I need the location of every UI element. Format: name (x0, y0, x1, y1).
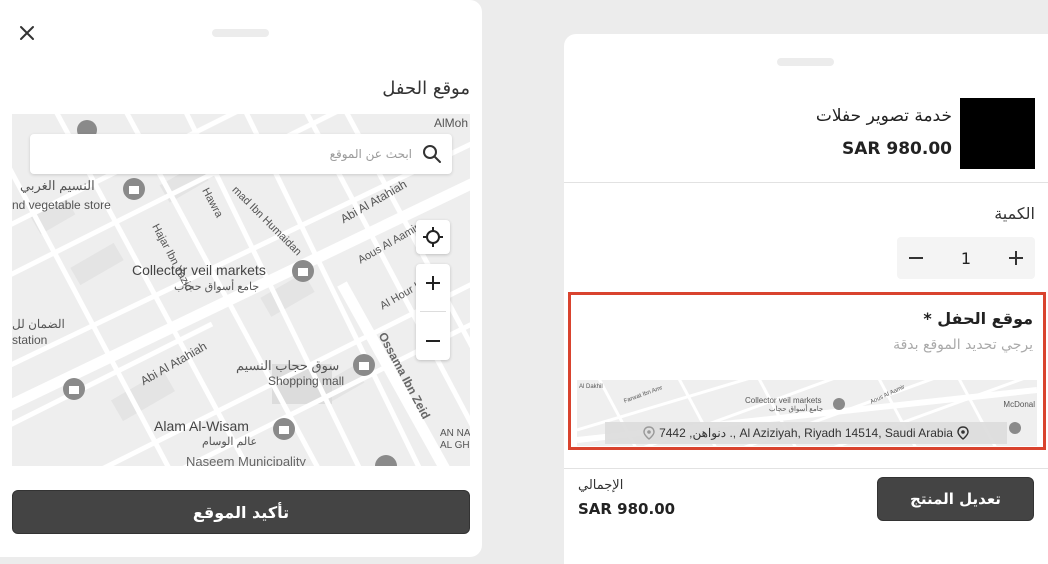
location-subtitle: يرجي تحديد الموقع بدقة (893, 337, 1033, 353)
confirm-location-button[interactable]: تأكيد الموقع (12, 490, 470, 534)
map-label: AL GH (440, 440, 470, 451)
edit-product-button[interactable]: تعديل المنتج (877, 477, 1034, 521)
map-label: عالم الوسام (202, 436, 258, 448)
location-search-box[interactable] (30, 134, 452, 174)
divider (564, 182, 1048, 183)
sheet-drag-handle[interactable] (212, 29, 269, 37)
address-text: 7442 ,دنواهن ., Al Aziziyah, Riyadh 1451… (659, 426, 953, 440)
location-preview-map[interactable]: Collector veil markets جامع أسواق حجاب M… (577, 380, 1037, 446)
product-details-sheet: خدمة تصوير حفلات SAR 980.00 الكمية 1 موق… (564, 34, 1048, 564)
map-label: النسيم الغربي (20, 178, 95, 193)
decrement-button[interactable] (903, 245, 929, 271)
map-label: nd vegetable store (12, 198, 111, 212)
map-label: station (12, 333, 48, 347)
crosshair-icon (423, 227, 443, 247)
zoom-divider (420, 311, 446, 313)
product-image (960, 98, 1035, 169)
map-label: Collector veil markets (132, 262, 266, 278)
location-pin-icon (957, 426, 969, 440)
location-title: موقع الحفل * (923, 309, 1033, 328)
divider (564, 468, 1048, 469)
sheet-title: موقع الحفل (382, 78, 470, 99)
zoom-in-icon[interactable] (423, 273, 443, 293)
increment-button[interactable] (1003, 245, 1029, 271)
map-label: Alam Al-Wisam (154, 418, 249, 434)
event-location-section: موقع الحفل * يرجي تحديد الموقع بدقة Coll… (568, 292, 1046, 450)
map-label: AN NA (440, 428, 470, 439)
map-label: Naseem Municipality (186, 454, 306, 466)
zoom-out-icon[interactable] (423, 331, 443, 351)
sheet-drag-handle[interactable] (777, 58, 834, 66)
map-label: Shopping mall (268, 374, 345, 388)
quantity-value: 1 (960, 248, 972, 268)
quantity-label: الكمية (994, 204, 1035, 223)
total-value: SAR 980.00 (578, 500, 676, 518)
search-icon (423, 145, 441, 163)
location-pin-icon (643, 426, 655, 440)
plus-icon (1009, 251, 1023, 265)
total-label: الإجمالي (578, 478, 624, 493)
close-icon[interactable] (16, 22, 38, 44)
map-label: AlMoh (433, 116, 468, 130)
map-label: الضمان لل (12, 317, 65, 331)
address-bar: 7442 ,دنواهن ., Al Aziziyah, Riyadh 1451… (605, 422, 1007, 444)
map-label: McDonal (1003, 400, 1035, 409)
location-picker-sheet: موقع الحفل AlMoh النسيم الغربي nd vegeta… (0, 0, 482, 557)
quantity-stepper: 1 (897, 237, 1035, 279)
map-label: جامع أسواق حجاب (769, 406, 824, 413)
location-map[interactable]: AlMoh النسيم الغربي nd vegetable store H… (12, 114, 470, 466)
map-label: سوق حجاب النسيم (236, 358, 340, 373)
map-label: Collector veil markets (745, 396, 822, 405)
product-price: SAR 980.00 (841, 139, 952, 159)
product-name: خدمة تصوير حفلات (815, 106, 952, 126)
zoom-controls (416, 264, 450, 360)
my-location-button[interactable] (416, 220, 450, 254)
map-label: جامع أسواق حجاب (174, 281, 260, 293)
location-search-input[interactable] (40, 147, 412, 161)
minus-icon (909, 257, 923, 259)
map-label: Al Dakhil (579, 384, 603, 390)
